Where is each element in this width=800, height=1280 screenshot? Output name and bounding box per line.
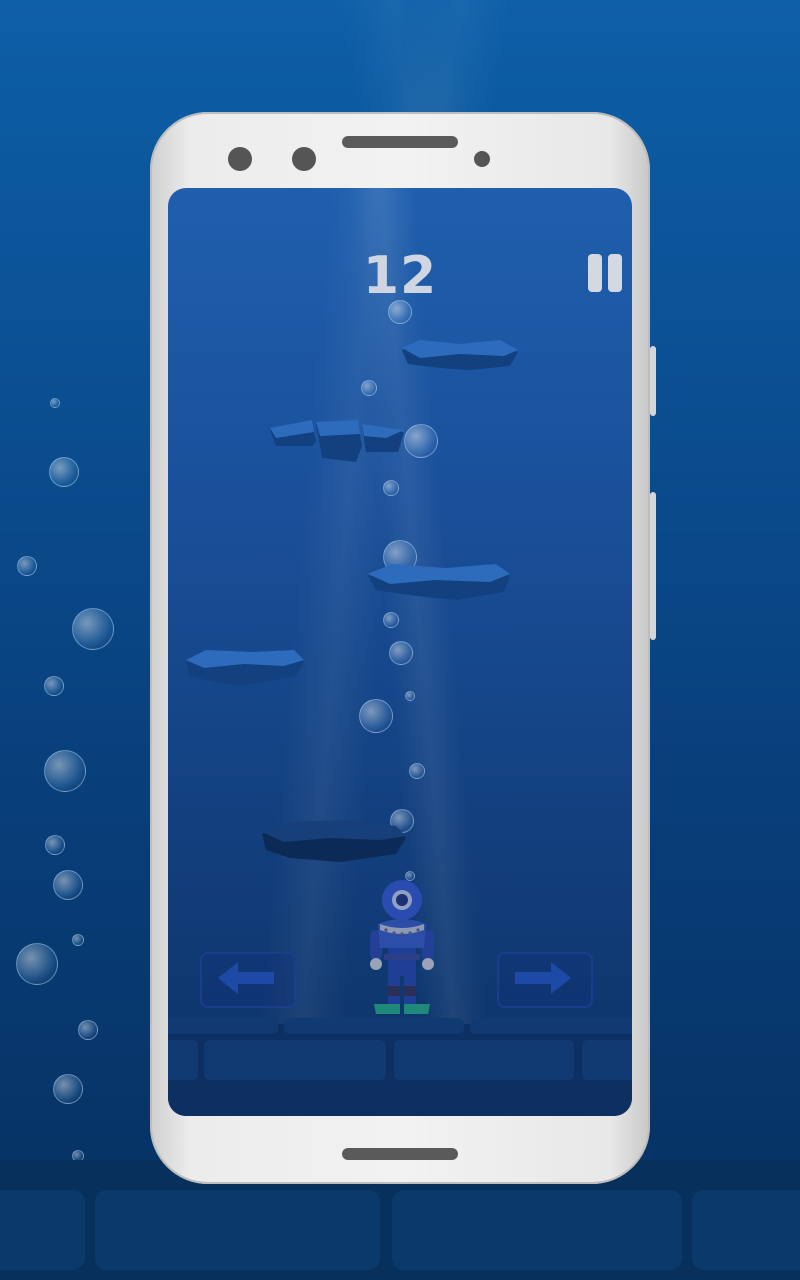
pause-icon [588,254,602,292]
bubble [78,1020,98,1040]
bubble [17,556,37,576]
bubble [53,870,83,900]
bubble [383,612,399,628]
floor-tile [168,1040,198,1080]
floor-tile [392,1190,682,1270]
pause-button[interactable] [586,254,626,294]
cracked-ice-platform [270,420,404,462]
floor-tile [0,1190,85,1270]
ice-platform [186,650,304,686]
ice-platform [368,564,510,600]
floor-tile [204,1040,386,1080]
phone-side-button [650,346,656,416]
pause-icon-bar [608,254,622,292]
score-counter: 12 [362,246,438,306]
floor-tile [284,1018,464,1034]
front-sensor [292,147,316,171]
floor-tile [95,1190,380,1270]
bubble [72,934,84,946]
bubble [72,608,114,650]
diver-character [370,880,434,1014]
phone-frame: 12 [150,112,656,1184]
arrow-left-icon [218,962,274,994]
seabed-floor [168,1018,632,1116]
bubble [404,424,438,458]
bubble [44,750,86,792]
phone-side-button [650,492,656,640]
proximity-sensor [474,151,490,167]
bubble [389,641,413,665]
bubble [361,380,377,396]
bubble [388,300,412,324]
bubble [409,763,425,779]
bubble [359,699,393,733]
game-screen[interactable]: 12 [168,188,632,1116]
floor-tile [168,1018,278,1034]
bottom-speaker [342,1148,458,1160]
earpiece-speaker [342,136,458,148]
floor-tile [470,1018,632,1034]
bubble [49,457,79,487]
move-left-button[interactable] [200,952,296,1008]
bubble [383,480,399,496]
bubble [45,835,65,855]
ice-platform [402,340,518,370]
bubble [50,398,60,408]
floor-tile [394,1040,574,1080]
arrow-right-icon [515,962,571,994]
floor-tile [582,1040,632,1080]
bubble [44,676,64,696]
bubble [16,943,58,985]
ice-platform [262,820,406,862]
bubble [53,1074,83,1104]
bubble [405,691,415,701]
move-right-button[interactable] [497,952,593,1008]
front-camera [228,147,252,171]
floor-tile [692,1190,800,1270]
